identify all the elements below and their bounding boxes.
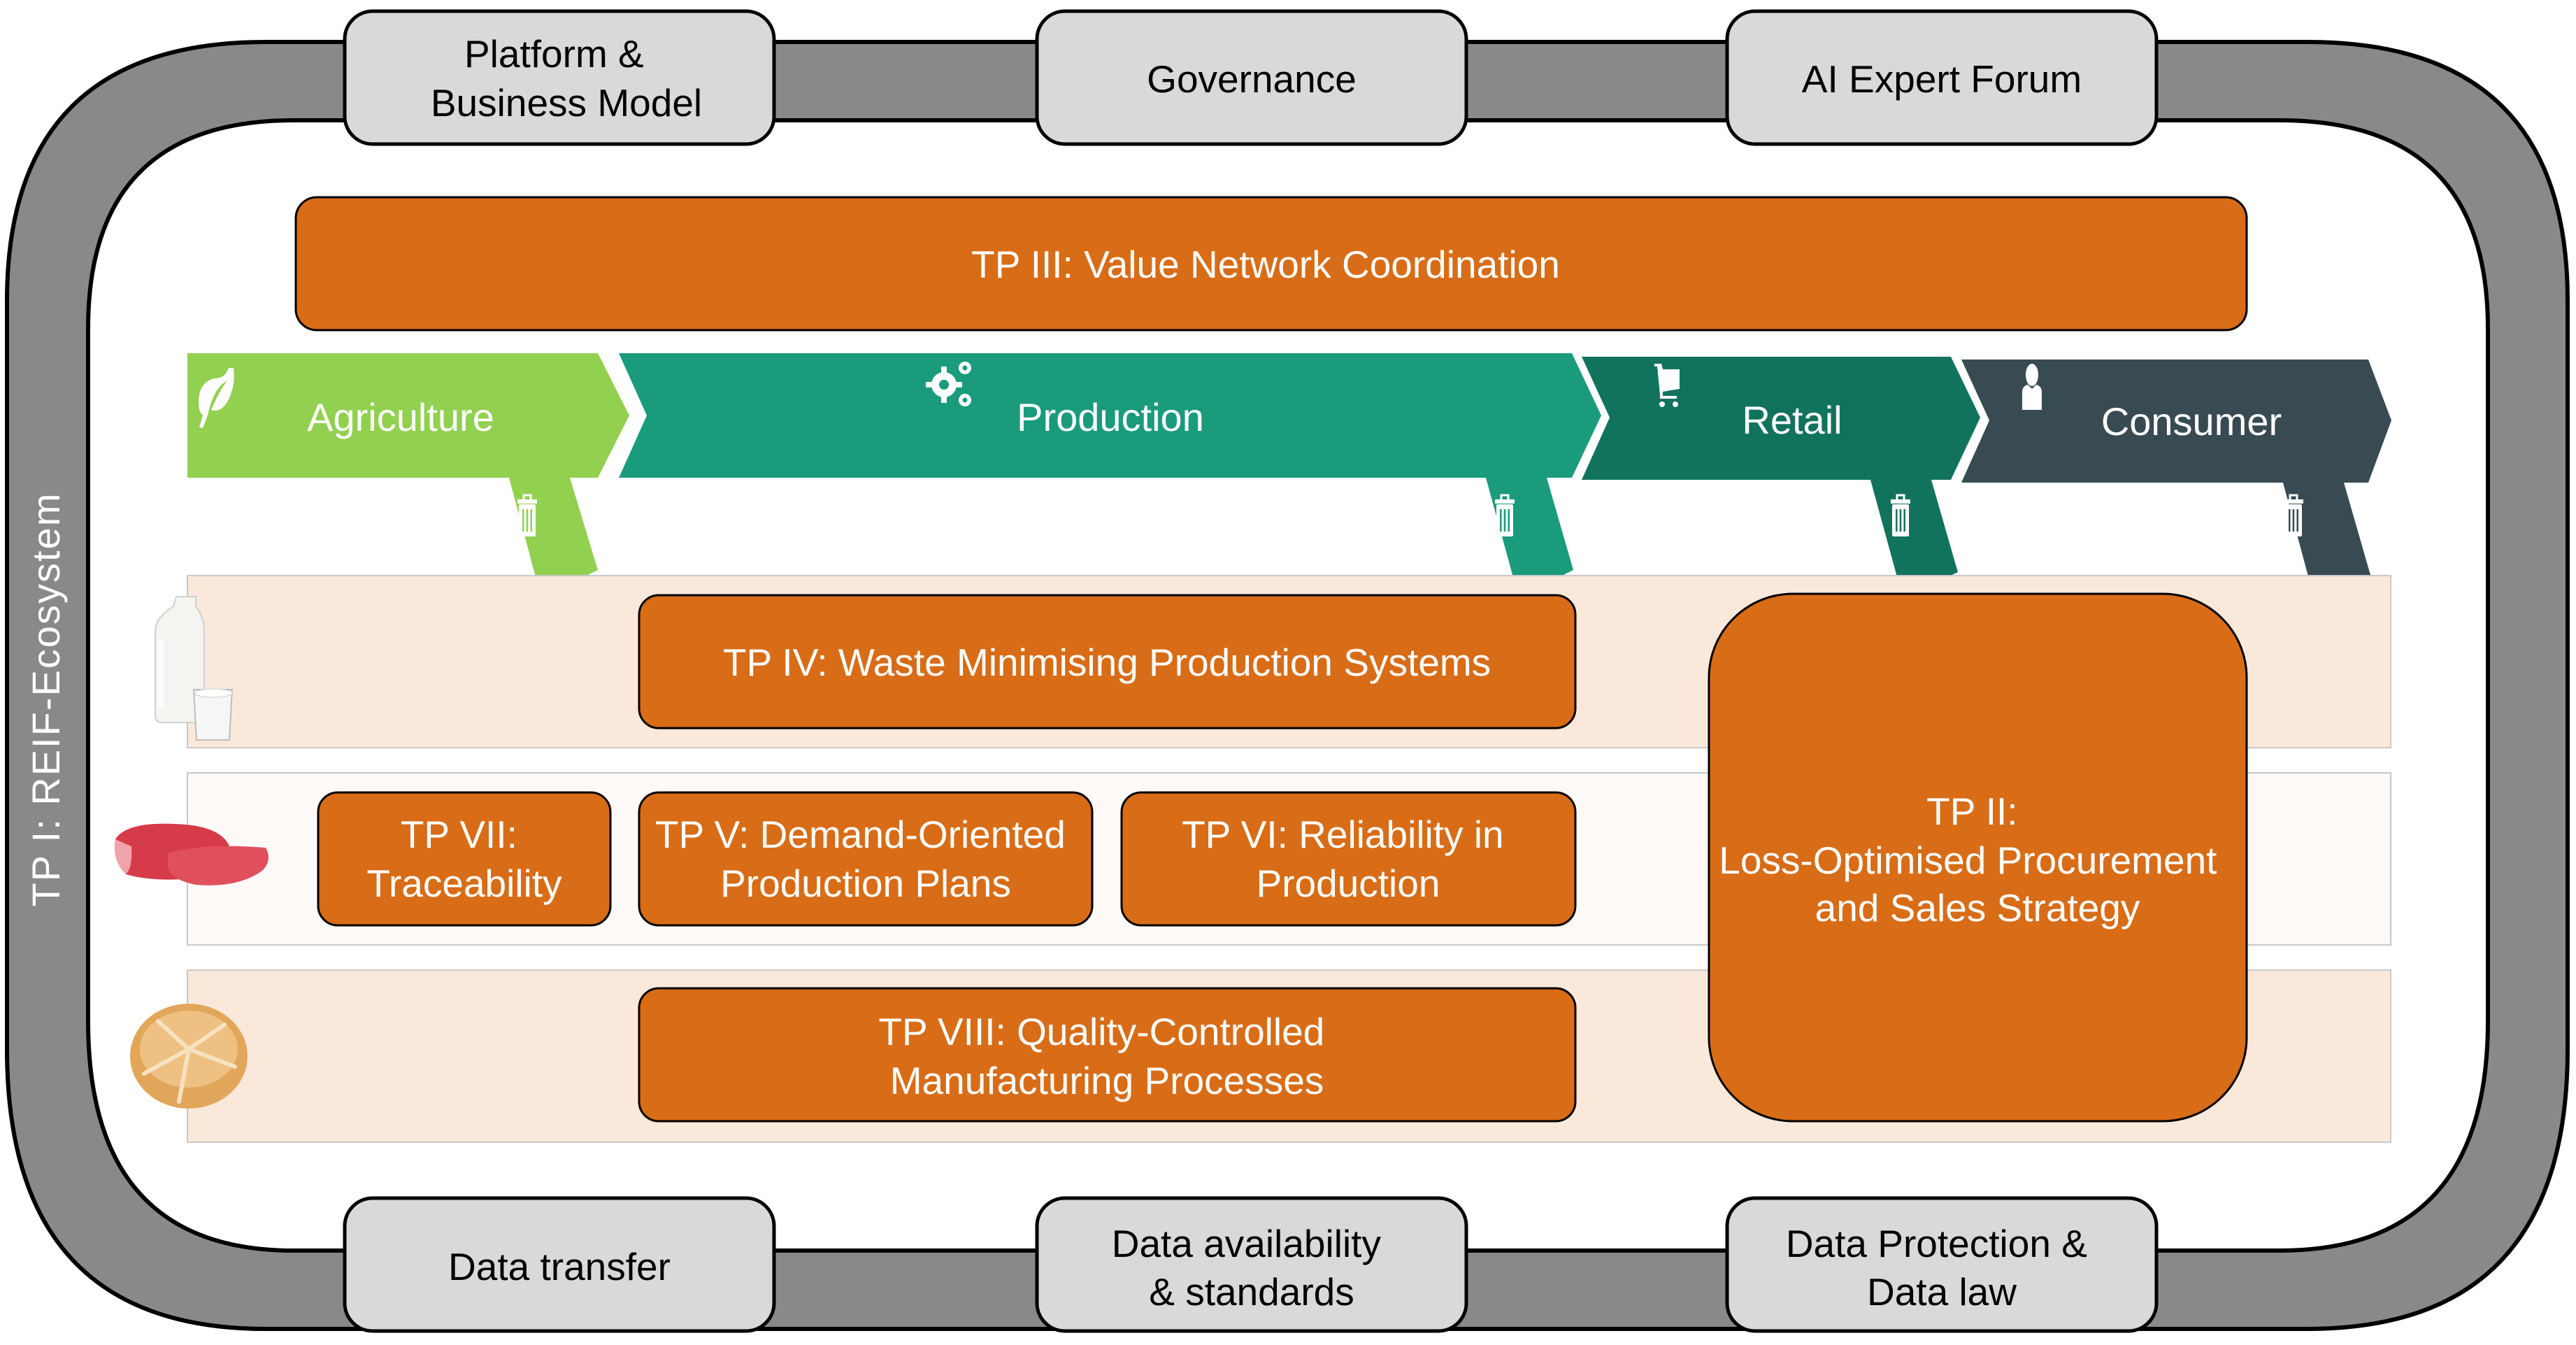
tp4-box[interactable]: TP IV: Waste Minimising Production Syste… [638, 594, 1577, 730]
ecosystem-label: TP I: REIF-Ecosystem [24, 492, 68, 907]
tp5-label-line: TP V: Demand-Oriented [655, 813, 1066, 856]
tp3-label: TP III: Value Network Coordination [971, 243, 1560, 286]
topic-box-line: & standards [1149, 1270, 1354, 1314]
tp5-box[interactable]: TP V: Demand-Oriented Production Plans [638, 791, 1094, 927]
stage-label: Production [1017, 395, 1204, 439]
topic-box-platform[interactable]: Platform & Business Model [343, 9, 776, 146]
bread-image [130, 1004, 248, 1109]
reif-diagram: TP I: REIF-Ecosystem Platform & Business… [5, 9, 2570, 1333]
stage-label: Agriculture [307, 395, 494, 439]
topic-box-line: Data Protection & [1786, 1222, 2087, 1265]
tp7-label-line: Traceability [366, 862, 562, 905]
tp6-label-line: Production [1257, 862, 1440, 905]
topic-box-line: Data law [1867, 1270, 2017, 1314]
topic-box-line: Business Model [431, 81, 702, 124]
tp6-box[interactable]: TP VI: Reliability in Production [1120, 791, 1577, 927]
svg-text:TP IV: Waste Minimising Produc: TP IV: Waste Minimising Production Syste… [723, 641, 1491, 684]
svg-text:TP III: Value Network Coordina: TP III: Value Network Coordination [971, 243, 1560, 286]
tp3-value-network-box[interactable]: TP III: Value Network Coordination [294, 196, 2248, 332]
tp7-box[interactable]: TP VII: Traceability [317, 791, 612, 927]
tp2-label-line: and Sales Strategy [1815, 886, 2140, 930]
svg-text:Governance: Governance [1147, 57, 1357, 101]
topic-box-line: Data transfer [448, 1245, 671, 1288]
tp6-label-line: TP VI: Reliability in [1182, 813, 1504, 856]
top-topic-boxes: Platform & Business Model Governance AI … [343, 9, 2159, 146]
svg-text:Data transfer: Data transfer [448, 1245, 671, 1288]
topic-box-line: AI Expert Forum [1802, 57, 2082, 101]
trash-icon [517, 494, 537, 536]
topic-box-ai-expert-forum[interactable]: AI Expert Forum [1725, 9, 2159, 146]
stage-retail[interactable]: Retail [1582, 357, 1980, 590]
trash-icon [1891, 494, 1910, 536]
tp8-label-line: Manufacturing Processes [890, 1059, 1324, 1102]
topic-box-data-availability[interactable]: Data availability & standards [1035, 1196, 1468, 1333]
stage-label: Consumer [2101, 399, 2282, 443]
value-chain-stages: Agriculture Production Retail Consumer [187, 353, 2391, 592]
topic-box-governance[interactable]: Governance [1035, 9, 1468, 146]
tp8-label-line: TP VIII: Quality-Controlled [878, 1010, 1324, 1053]
tp8-box[interactable]: TP VIII: Quality-Controlled Manufacturin… [638, 987, 1577, 1123]
topic-box-line: Data availability [1112, 1222, 1382, 1265]
trash-icon [2284, 494, 2303, 536]
tp2-box[interactable]: TP II: Loss-Optimised Procurement and Sa… [1708, 592, 2248, 1123]
tp7-label-line: TP VII: [401, 813, 517, 856]
tp2-label-line: Loss-Optimised Procurement [1719, 839, 2217, 882]
topic-box-data-transfer[interactable]: Data transfer [343, 1196, 776, 1333]
stage-consumer[interactable]: Consumer [1961, 360, 2391, 592]
tp4-label: TP IV: Waste Minimising Production Syste… [723, 641, 1491, 684]
svg-text:AI Expert Forum: AI Expert Forum [1802, 57, 2082, 101]
tp2-label-line: TP II: [1926, 790, 2017, 833]
trash-icon [1495, 494, 1515, 536]
bottom-topic-boxes: Data transfer Data availability & standa… [343, 1196, 2159, 1333]
topic-box-line: Governance [1147, 57, 1357, 101]
stage-production[interactable]: Production [619, 353, 1601, 588]
topic-box-data-protection[interactable]: Data Protection & Data law [1725, 1196, 2159, 1333]
topic-box-line: Platform & [464, 32, 644, 76]
stage-agriculture[interactable]: Agriculture [187, 353, 629, 588]
tp5-label-line: Production Plans [720, 862, 1011, 905]
stage-label: Retail [1742, 398, 1842, 442]
